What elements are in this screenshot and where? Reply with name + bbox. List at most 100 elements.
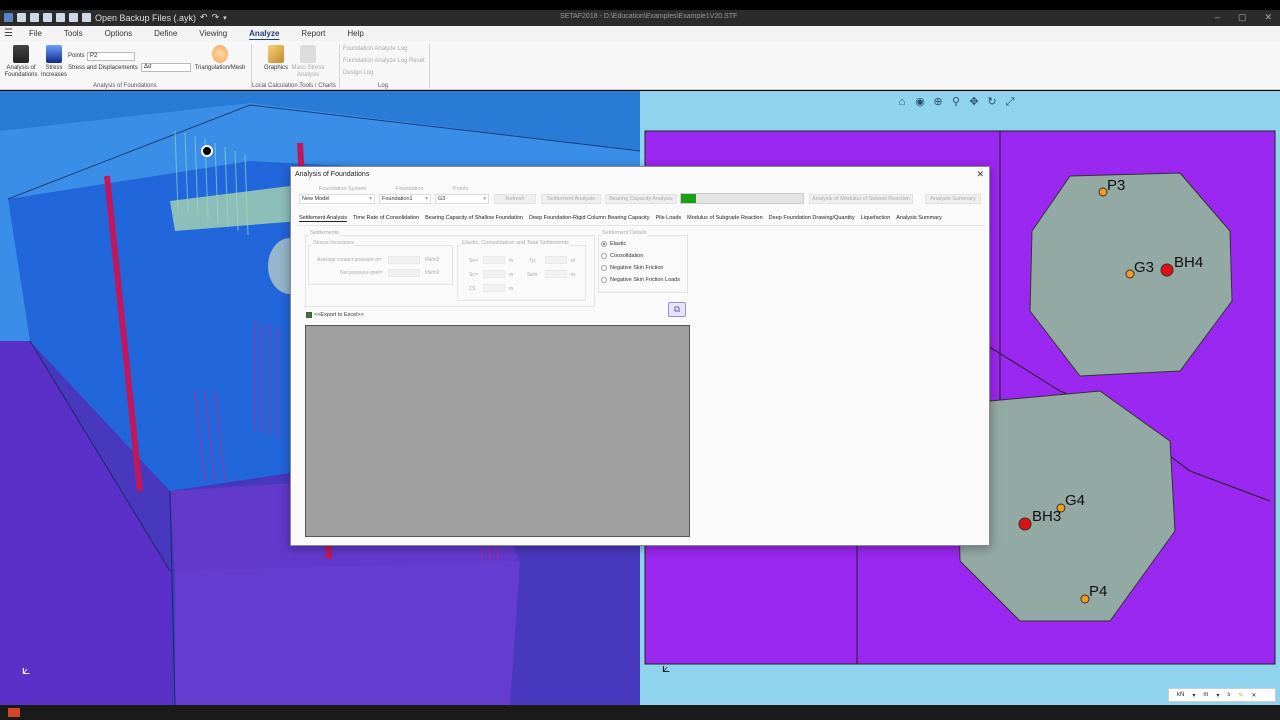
time-unit[interactable]: s — [1227, 692, 1230, 698]
stress-disp-label: Stress and Displacements — [68, 65, 138, 71]
dialog-close-button[interactable]: ✕ — [976, 169, 984, 180]
tab-deep-foundation-bearing[interactable]: Deep Foundation-Rigid Column Bearing Cap… — [529, 215, 649, 222]
triangulation-mesh-button[interactable]: Triangulation/Mesh — [192, 45, 248, 72]
design-log[interactable]: Design Log — [343, 70, 373, 76]
force-unit[interactable]: kN — [1177, 692, 1184, 698]
analysis-of-foundations-button[interactable]: Analysis of Foundations — [3, 45, 39, 79]
backup-icon[interactable] — [82, 13, 91, 22]
points-select-dialog[interactable]: G3 ▾ — [435, 194, 489, 204]
analysis-summary-button[interactable]: Analysis Summary — [925, 194, 981, 204]
menu-bar: ☰ File Tools Options Define Viewing Anal… — [0, 26, 1280, 41]
foundation-label: Foundation — [396, 186, 424, 192]
tp-input[interactable] — [545, 256, 567, 264]
app-icon — [4, 13, 13, 22]
menu-tools[interactable]: Tools — [53, 29, 94, 38]
settlement-analysis-button[interactable]: Settlement Analysis — [541, 194, 601, 204]
sem-label: Sem: — [527, 272, 539, 278]
bearing-capacity-analysis-button[interactable]: Bearing Capacity Analysis — [605, 194, 677, 204]
open-backup-label[interactable]: Open Backup Files (.ayk) — [95, 13, 196, 23]
stress-icon — [46, 45, 62, 63]
progress-fill — [681, 194, 696, 203]
results-grid[interactable] — [305, 325, 690, 537]
ppt-icon[interactable] — [8, 708, 20, 717]
save-as-icon[interactable] — [56, 13, 65, 22]
tab-analysis-summary[interactable]: Analysis Summary — [896, 215, 942, 222]
graphics-button[interactable]: Graphics — [260, 45, 292, 72]
menu-options[interactable]: Options — [94, 29, 144, 38]
close-window-button[interactable]: ✕ — [1264, 12, 1272, 23]
modulus-subsoil-reaction-button[interactable]: Analysis of Modulus of Subsoil Reaction — [809, 194, 913, 204]
tp-label: Tp: — [529, 258, 537, 264]
stress-disp-select[interactable]: Δσ — [141, 63, 191, 72]
sc-input[interactable] — [483, 270, 505, 278]
menu-analyze[interactable]: Analyze — [238, 29, 290, 38]
redo-icon[interactable]: ↷ — [212, 12, 220, 23]
net-pressure-label: Net pressure qnet= — [340, 270, 383, 276]
tab-time-rate-consolidation[interactable]: Time Rate of Consolidation — [353, 215, 419, 222]
radio-negative-skin-friction-loads[interactable]: Negative Skin Friction Loads — [601, 277, 680, 283]
points-label-dialog: Points — [453, 186, 469, 192]
tab-modulus-subgrade[interactable]: Modulus of Subgrade Reaction — [687, 215, 763, 222]
sem-input[interactable] — [545, 270, 567, 278]
point-label-bh3: BH3 — [1032, 508, 1062, 525]
refresh-button[interactable]: Refresh — [494, 194, 536, 204]
minimize-button[interactable]: – — [1215, 12, 1220, 23]
stress-increases-title: Stress Increases — [312, 240, 355, 246]
units-selector[interactable]: kN ▾ m ▾ s ✎ ✕ — [1168, 688, 1276, 702]
tab-deep-foundation-drawing[interactable]: Deep Foundation Drawing/Quantity — [769, 215, 855, 222]
tab-pile-loads[interactable]: Pile Loads — [655, 215, 681, 222]
sum-s-label: ΣS — [469, 286, 476, 292]
foundation-system-select[interactable]: New Model ▾ — [299, 194, 375, 204]
open-folder-icon[interactable] — [30, 13, 39, 22]
plan-axis-icon: ⟀ — [662, 659, 671, 675]
print-icon[interactable] — [69, 13, 78, 22]
sum-s-input[interactable] — [483, 284, 505, 292]
net-pressure-input[interactable] — [388, 269, 420, 277]
points-select[interactable]: P2 — [87, 52, 135, 61]
ribbon: Analysis of Foundations Stress Increases… — [0, 41, 1280, 90]
elastic-consolidation-title: Elastic, Consolidation and Total Settlem… — [461, 240, 570, 246]
foundation-log-reset[interactable]: Foundation Analyze Log Reset — [343, 58, 425, 64]
tab-liquefaction[interactable]: Liquefaction — [861, 215, 891, 222]
new-file-icon[interactable] — [17, 13, 26, 22]
menu-file[interactable]: File — [18, 29, 53, 38]
menu-report[interactable]: Report — [290, 29, 336, 38]
avg-contact-label: Average contact pressure σ= — [317, 257, 382, 263]
graphics-icon — [268, 45, 284, 63]
foundation-select[interactable]: Foundation1 ▾ — [379, 194, 431, 204]
stress-increases-button[interactable]: Stress Increases — [40, 45, 68, 79]
radio-consolidation[interactable]: Consolidation — [601, 253, 643, 259]
foundation-log[interactable]: Foundation Analyze Log — [343, 46, 407, 52]
foundation-icon — [13, 45, 29, 63]
radio-elastic[interactable]: Elastic — [601, 241, 626, 247]
menu-help[interactable]: Help — [336, 29, 374, 38]
tab-settlement-analysis[interactable]: Settlement Analysis — [299, 215, 347, 222]
length-unit[interactable]: m — [1203, 692, 1208, 698]
save-icon[interactable] — [43, 13, 52, 22]
export-excel-checkbox[interactable]: <<Export to Excel>> — [306, 312, 364, 318]
report-preview-icon[interactable]: ⧉ — [668, 302, 686, 317]
axis-triad-icon: ⟀ — [22, 661, 31, 677]
se-label: Se= — [469, 258, 479, 264]
undo-icon[interactable]: ↶ — [200, 12, 208, 23]
tab-bearing-capacity-shallow[interactable]: Bearing Capacity of Shallow Foundation — [425, 215, 523, 222]
close-units-icon[interactable]: ✕ — [1251, 692, 1256, 699]
point-label-p3: P3 — [1107, 177, 1126, 194]
avg-contact-input[interactable] — [388, 256, 420, 264]
group-label-tools: Local Calculation Tools / Charts — [252, 83, 336, 89]
pencil-icon[interactable]: ✎ — [1238, 692, 1243, 699]
avg-contact-unit: kN/m2 — [425, 257, 440, 263]
se-input[interactable] — [483, 256, 505, 264]
points-label: Points — [68, 53, 85, 59]
maximize-button[interactable]: ▢ — [1238, 12, 1247, 23]
qa-dropdown-icon[interactable]: ▾ — [223, 14, 227, 22]
hamburger-icon[interactable]: ☰ — [4, 28, 18, 39]
foundation-system-label: Foundation System — [319, 186, 367, 192]
menu-viewing[interactable]: Viewing — [188, 29, 238, 38]
settlements-title: Settlements — [309, 230, 341, 236]
stress-increases-group — [308, 245, 453, 285]
radio-negative-skin-friction[interactable]: Negative Skin Friction — [601, 265, 664, 271]
mass-stress-button[interactable]: Mass Stress Analysis — [290, 45, 326, 79]
menu-define[interactable]: Define — [143, 29, 188, 38]
analysis-progress-bar — [680, 193, 804, 204]
